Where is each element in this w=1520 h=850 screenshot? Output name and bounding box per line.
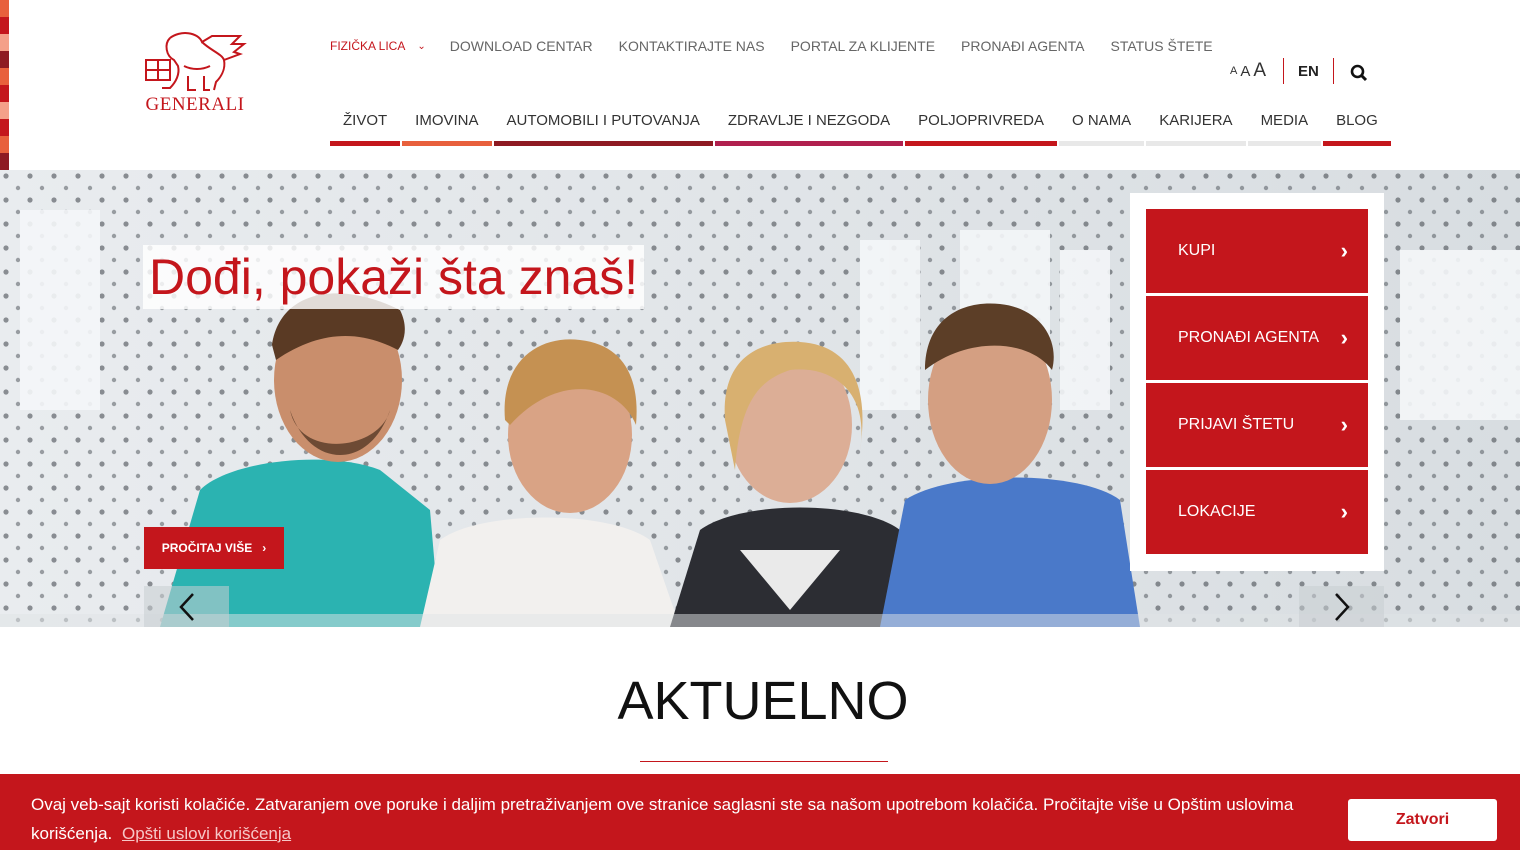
quick-link-lokacije[interactable]: LOKACIJE › <box>1146 470 1368 554</box>
topnav-pronadji-agenta[interactable]: PRONAĐI AGENTA <box>961 38 1084 54</box>
chevron-right-icon: › <box>1340 238 1348 263</box>
nav-item-zivot[interactable]: ŽIVOT <box>330 108 401 146</box>
top-utility-nav: FIZIČKA LICA ⌄ DOWNLOAD CENTAR KONTAKTIR… <box>330 38 1239 54</box>
quick-links-panel: KUPI › PRONAĐI AGENTA › PRIJAVI ŠTETU › … <box>1130 193 1384 571</box>
chevron-right-icon: › <box>262 541 267 555</box>
cookie-close-button[interactable]: Zatvori <box>1348 799 1497 841</box>
generali-logo[interactable]: GENERALI <box>140 30 250 115</box>
hero-headline: Dođi, pokaži šta znaš! <box>143 245 645 309</box>
font-size-medium-button[interactable]: A <box>1240 63 1250 80</box>
chevron-left-icon <box>178 592 194 621</box>
nav-item-karijera[interactable]: KARIJERA <box>1146 108 1246 146</box>
nav-item-imovina[interactable]: IMOVINA <box>402 108 492 146</box>
quick-link-label: KUPI <box>1178 242 1216 259</box>
search-icon[interactable] <box>1350 64 1368 82</box>
quick-link-kupi[interactable]: KUPI › <box>1146 209 1368 293</box>
nav-item-blog[interactable]: BLOG <box>1323 108 1391 146</box>
cookie-terms-link[interactable]: Opšti uslovi korišćenja <box>122 824 291 843</box>
font-size-small-button[interactable]: A <box>1230 65 1237 77</box>
topnav-download-centar[interactable]: DOWNLOAD CENTAR <box>450 38 593 54</box>
header-tools: A A A EN <box>1230 58 1368 84</box>
quick-link-label: LOKACIJE <box>1178 503 1256 520</box>
chevron-right-icon: › <box>1340 325 1348 350</box>
nav-item-automobili[interactable]: AUTOMOBILI I PUTOVANJA <box>493 108 713 146</box>
section-title: AKTUELNO <box>617 671 909 731</box>
quick-link-pronadji-agenta[interactable]: PRONAĐI AGENTA › <box>1146 296 1368 380</box>
hero-slider: Dođi, pokaži šta znaš! PROČITAJ VIŠE › K… <box>0 170 1520 627</box>
read-more-label: PROČITAJ VIŠE <box>161 541 253 555</box>
quick-link-label: PRIJAVI ŠTETU <box>1178 416 1295 433</box>
chevron-right-icon <box>1334 592 1350 621</box>
divider <box>1283 58 1285 84</box>
topnav-portal[interactable]: PORTAL ZA KLIJENTE <box>791 38 935 54</box>
nav-item-zdravlje[interactable]: ZDRAVLJE I NEZGODA <box>714 108 904 146</box>
read-more-button[interactable]: PROČITAJ VIŠE › <box>144 527 284 569</box>
cookie-message: Ovaj veb-sajt koristi kolačiće. Zatvaran… <box>31 790 1321 848</box>
font-size-large-button[interactable]: A <box>1253 60 1266 82</box>
topnav-status-stete[interactable]: STATUS ŠTETE <box>1110 38 1212 54</box>
quick-link-prijavi-stetu[interactable]: PRIJAVI ŠTETU › <box>1146 383 1368 467</box>
chevron-right-icon: › <box>1340 412 1348 437</box>
slider-prev-button[interactable] <box>144 586 229 627</box>
slider-next-button[interactable] <box>1299 586 1384 627</box>
lion-emblem-icon <box>145 32 247 91</box>
quick-link-label: PRONAĐI AGENTA <box>1178 329 1320 346</box>
chevron-right-icon: › <box>1340 499 1348 524</box>
left-decor-strip <box>0 0 9 170</box>
audience-selector[interactable]: FIZIČKA LICA <box>330 39 405 53</box>
nav-item-poljoprivreda[interactable]: POLJOPRIVREDA <box>905 108 1058 146</box>
language-switch[interactable]: EN <box>1298 63 1319 80</box>
divider <box>1332 58 1334 84</box>
cookie-banner: Ovaj veb-sajt koristi kolačiće. Zatvaran… <box>0 774 1520 850</box>
brand-wordmark: GENERALI <box>145 94 245 115</box>
chevron-down-icon[interactable]: ⌄ <box>417 41 425 52</box>
nav-item-o-nama[interactable]: O NAMA <box>1059 108 1145 146</box>
main-nav: ŽIVOT IMOVINA AUTOMOBILI I PUTOVANJA ZDR… <box>330 108 1393 146</box>
topnav-kontakt[interactable]: KONTAKTIRAJTE NAS <box>619 38 765 54</box>
nav-item-media[interactable]: MEDIA <box>1247 108 1322 146</box>
section-divider <box>640 761 888 762</box>
